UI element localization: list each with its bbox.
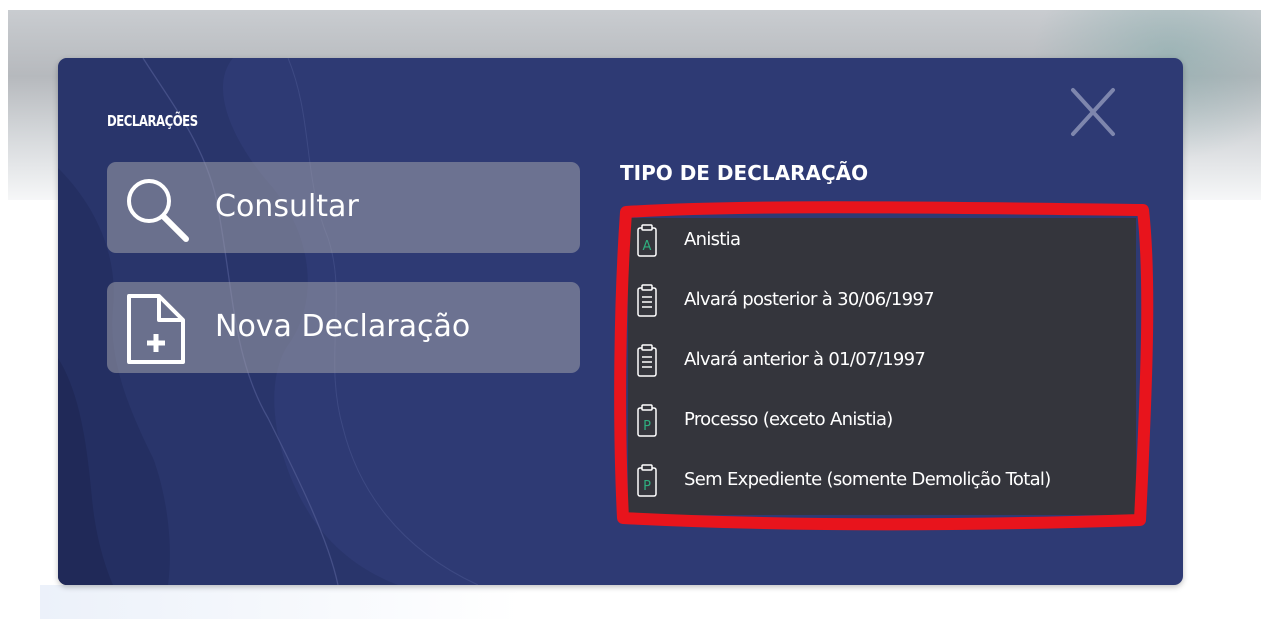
nova-declaracao-label: Nova Declaração	[215, 309, 471, 344]
declaration-type-label: Alvará posterior à 30/06/1997	[684, 289, 935, 310]
declaration-type-label: Sem Expediente (somente Demolição Total)	[684, 469, 1051, 490]
declaration-type-alvara-anterior[interactable]: Alvará anterior à 01/07/1997	[628, 341, 1136, 381]
page-floor	[40, 585, 1240, 619]
declaration-type-alvara-posterior[interactable]: Alvará posterior à 30/06/1997	[628, 281, 1136, 321]
declaration-type-processo[interactable]: P Processo (exceto Anistia)	[628, 401, 1136, 441]
clipboard-list-icon	[637, 344, 657, 377]
close-button[interactable]	[1067, 84, 1119, 140]
search-icon	[127, 179, 189, 242]
new-document-icon	[127, 294, 185, 364]
declaration-type-label: Processo (exceto Anistia)	[684, 409, 893, 430]
clipboard-list-icon	[637, 284, 657, 317]
consultar-button[interactable]: Consultar	[107, 162, 580, 253]
clipboard-letter-icon: A	[637, 224, 657, 257]
nova-declaracao-button[interactable]: Nova Declaração	[107, 282, 580, 373]
declaration-type-anistia[interactable]: A Anistia	[628, 221, 1136, 261]
clipboard-letter: P	[643, 479, 651, 494]
close-icon	[1071, 88, 1115, 136]
declaracoes-modal: DECLARAÇÕES Consultar Nova Declaração TI…	[58, 58, 1183, 585]
modal-title: DECLARAÇÕES	[107, 112, 198, 130]
declaration-type-sem-expediente[interactable]: P Sem Expediente (somente Demolição Tota…	[628, 461, 1136, 501]
clipboard-letter-icon: P	[637, 464, 657, 497]
clipboard-letter: A	[643, 239, 652, 254]
clipboard-letter: P	[643, 419, 651, 434]
declaration-type-label: Anistia	[684, 229, 741, 250]
tipo-declaracao-heading: TIPO DE DECLARAÇÃO	[620, 161, 869, 185]
consultar-label: Consultar	[215, 189, 359, 224]
declaration-type-label: Alvará anterior à 01/07/1997	[684, 349, 926, 370]
clipboard-letter-icon: P	[637, 404, 657, 437]
declaration-type-list: A Anistia Alvará posterior à 30/06/1997 …	[628, 218, 1136, 515]
